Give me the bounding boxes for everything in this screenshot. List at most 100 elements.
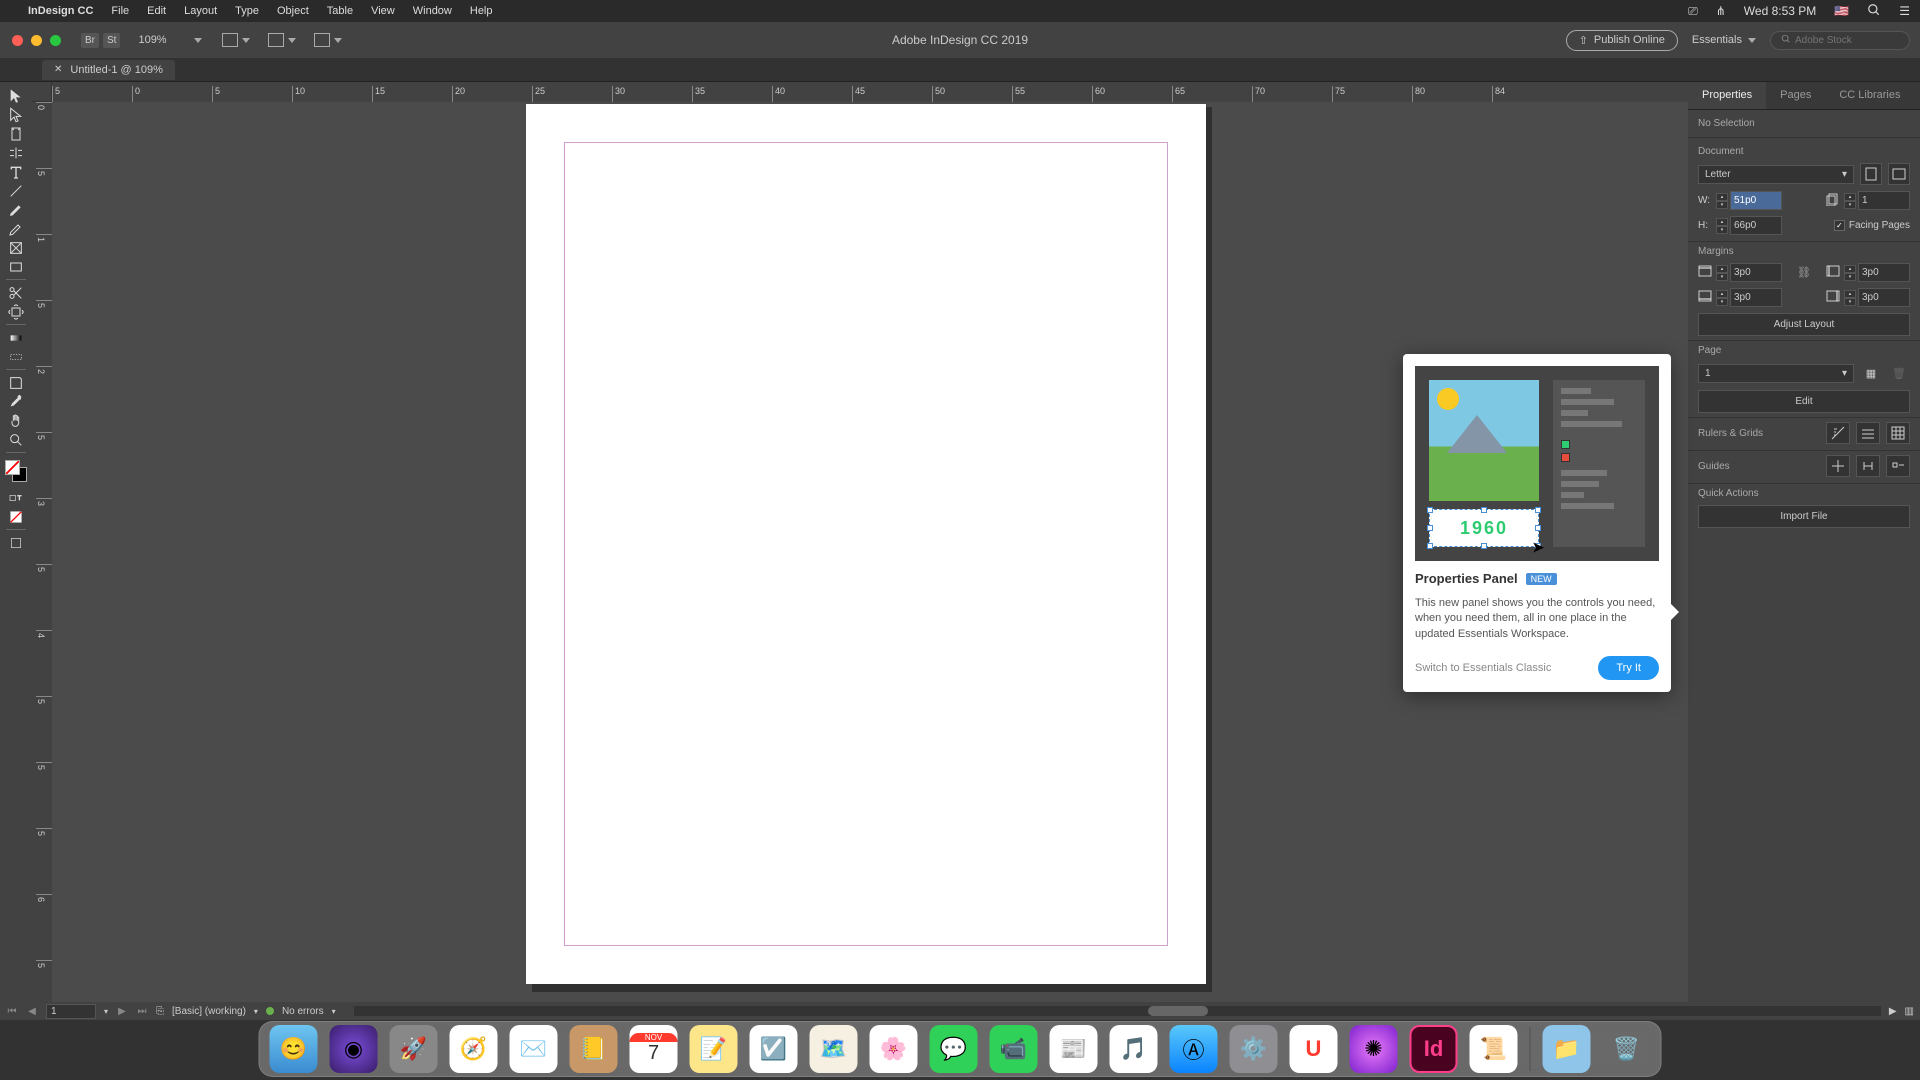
- menu-object[interactable]: Object: [277, 5, 309, 17]
- delete-page-button[interactable]: 🗑: [1888, 362, 1910, 384]
- publish-online-button[interactable]: ⇧ Publish Online: [1566, 30, 1678, 51]
- ruler-origin[interactable]: [32, 82, 52, 102]
- menu-view[interactable]: View: [371, 5, 395, 17]
- screencast-icon[interactable]: ⎚: [1688, 4, 1698, 19]
- last-page-button[interactable]: ⏭: [136, 1006, 148, 1017]
- dock-app-u[interactable]: U: [1290, 1025, 1338, 1073]
- snap-guides-toggle[interactable]: [1886, 455, 1910, 477]
- tab-pages[interactable]: Pages: [1766, 82, 1825, 109]
- spotlight-icon[interactable]: [1867, 3, 1881, 20]
- menu-type[interactable]: Type: [235, 5, 259, 17]
- dock-siri[interactable]: ◉: [330, 1025, 378, 1073]
- prev-page-button[interactable]: ◀: [26, 1006, 38, 1017]
- orientation-landscape[interactable]: [1888, 163, 1910, 185]
- height-spinner[interactable]: ▴▾: [1716, 218, 1728, 234]
- menu-table[interactable]: Table: [327, 5, 353, 17]
- width-spinner[interactable]: ▴▾: [1716, 193, 1728, 209]
- baseline-grid-toggle[interactable]: [1856, 422, 1880, 444]
- first-page-button[interactable]: ⏮: [6, 1006, 18, 1017]
- height-input[interactable]: [1730, 216, 1782, 235]
- edit-page-button[interactable]: Edit: [1698, 390, 1910, 413]
- menu-file[interactable]: File: [111, 5, 129, 17]
- pen-tool[interactable]: [2, 200, 30, 219]
- margin-bottom-input[interactable]: [1730, 288, 1782, 307]
- page-preset-select[interactable]: Letter▾: [1698, 165, 1854, 184]
- close-tab-icon[interactable]: ✕: [54, 64, 62, 75]
- dock-maps[interactable]: 🗺️: [810, 1025, 858, 1073]
- vertical-ruler[interactable]: 05152535455565: [32, 102, 52, 1002]
- dock-photos[interactable]: 🌸: [870, 1025, 918, 1073]
- pages-spinner[interactable]: ▴▾: [1844, 193, 1856, 209]
- menu-help[interactable]: Help: [470, 5, 493, 17]
- dock-notes[interactable]: 📝: [690, 1025, 738, 1073]
- margin-left-input[interactable]: [1858, 263, 1910, 282]
- document-page[interactable]: [526, 104, 1206, 984]
- fill-stroke-swatch[interactable]: [5, 460, 27, 482]
- pencil-tool[interactable]: [2, 219, 30, 238]
- smart-guides-toggle[interactable]: [1856, 455, 1880, 477]
- ruler-toggle[interactable]: [1826, 422, 1850, 444]
- gradient-swatch-tool[interactable]: [2, 328, 30, 347]
- dock-facetime[interactable]: 📹: [990, 1025, 1038, 1073]
- dock-launchpad[interactable]: 🚀: [390, 1025, 438, 1073]
- orientation-portrait[interactable]: [1860, 163, 1882, 185]
- rectangle-frame-tool[interactable]: [2, 238, 30, 257]
- minimize-window[interactable]: [31, 35, 42, 46]
- menu-layout[interactable]: Layout: [184, 5, 217, 17]
- close-window[interactable]: [12, 35, 23, 46]
- dock-music[interactable]: 🎵: [1110, 1025, 1158, 1073]
- dock-reminders[interactable]: ☑️: [750, 1025, 798, 1073]
- try-it-button[interactable]: Try It: [1598, 656, 1659, 680]
- note-tool[interactable]: [2, 373, 30, 392]
- show-guides-toggle[interactable]: [1826, 455, 1850, 477]
- document-grid-toggle[interactable]: [1886, 422, 1910, 444]
- workspace-selector[interactable]: Essentials: [1692, 34, 1756, 46]
- dock-news[interactable]: 📰: [1050, 1025, 1098, 1073]
- tab-properties[interactable]: Properties: [1688, 82, 1766, 109]
- page-number-input[interactable]: [46, 1004, 96, 1019]
- app-name[interactable]: InDesign CC: [28, 5, 93, 17]
- page-tool[interactable]: [2, 124, 30, 143]
- type-tool[interactable]: [2, 162, 30, 181]
- facing-pages-checkbox[interactable]: ✓Facing Pages: [1834, 220, 1910, 231]
- dock-downloads[interactable]: 📁: [1543, 1025, 1591, 1073]
- menu-window[interactable]: Window: [413, 5, 452, 17]
- eyedropper-tool[interactable]: [2, 392, 30, 411]
- zoom-dropdown-icon[interactable]: [194, 38, 202, 43]
- format-container-tool[interactable]: T: [2, 488, 30, 507]
- hand-tool[interactable]: [2, 411, 30, 430]
- switch-classic-link[interactable]: Switch to Essentials Classic: [1415, 662, 1551, 674]
- gap-tool[interactable]: [2, 143, 30, 162]
- new-page-button[interactable]: ▦: [1860, 362, 1882, 384]
- maximize-window[interactable]: [50, 35, 61, 46]
- adjust-layout-button[interactable]: Adjust Layout: [1698, 313, 1910, 336]
- dock-finder[interactable]: 😊: [270, 1025, 318, 1073]
- dock-script-editor[interactable]: 📜: [1470, 1025, 1518, 1073]
- horizontal-scrollbar[interactable]: [354, 1006, 1881, 1016]
- dock-indesign[interactable]: Id: [1410, 1025, 1458, 1073]
- style-status[interactable]: [Basic] (working)▾: [172, 1006, 258, 1017]
- stock-button[interactable]: St: [103, 33, 120, 48]
- rectangle-tool[interactable]: [2, 257, 30, 276]
- clock[interactable]: Wed 8:53 PM: [1744, 4, 1816, 18]
- dock-safari[interactable]: 🧭: [450, 1025, 498, 1073]
- scroll-right-icon[interactable]: ▶: [1889, 1006, 1897, 1017]
- view-mode-tool[interactable]: [2, 533, 30, 552]
- split-view-icon[interactable]: ▥: [1905, 1006, 1914, 1017]
- line-tool[interactable]: [2, 181, 30, 200]
- horizontal-ruler[interactable]: 50510152025303540455055606570758084: [52, 82, 1688, 102]
- view-option-2[interactable]: [268, 33, 296, 47]
- margin-top-input[interactable]: [1730, 263, 1782, 282]
- zoom-input[interactable]: [138, 34, 188, 46]
- dock-settings[interactable]: ⚙️: [1230, 1025, 1278, 1073]
- direct-selection-tool[interactable]: [2, 105, 30, 124]
- flag-icon[interactable]: 🇺🇸: [1834, 4, 1849, 18]
- view-option-3[interactable]: [314, 33, 342, 47]
- error-status[interactable]: No errors▾: [282, 1006, 336, 1017]
- page-select[interactable]: 1▾: [1698, 364, 1854, 383]
- import-file-button[interactable]: Import File: [1698, 505, 1910, 528]
- dock-mail[interactable]: ✉️: [510, 1025, 558, 1073]
- open-icon[interactable]: ⎘: [156, 1006, 164, 1017]
- width-input[interactable]: [1730, 191, 1782, 210]
- view-option-1[interactable]: [222, 33, 250, 47]
